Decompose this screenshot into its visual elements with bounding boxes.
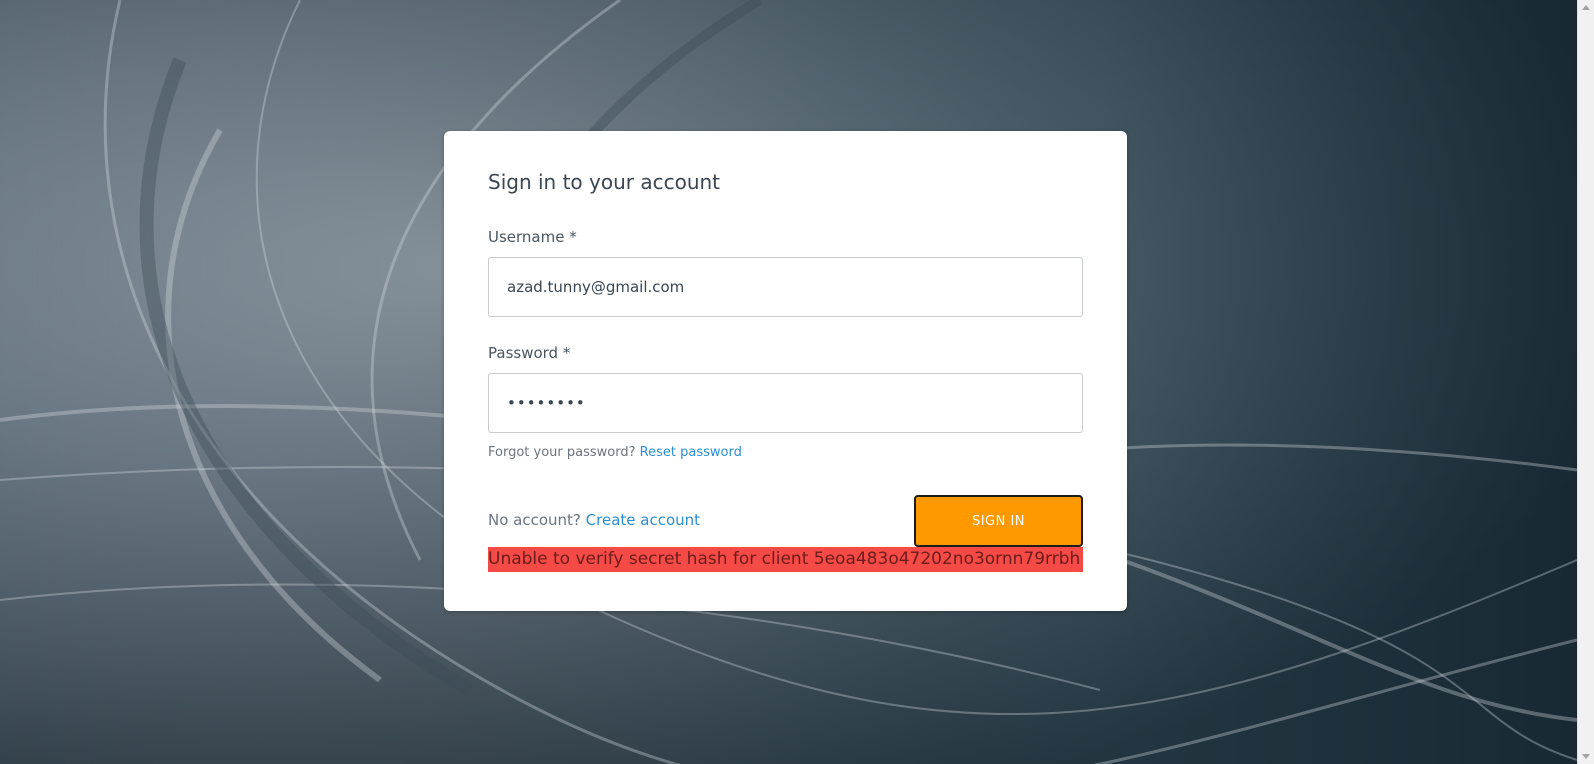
forgot-password-row: Forgot your password? Reset password <box>488 445 742 460</box>
scroll-down-arrow-icon[interactable] <box>1582 754 1590 759</box>
username-input[interactable] <box>488 257 1083 317</box>
forgot-password-text: Forgot your password? <box>488 445 636 460</box>
scroll-up-arrow-icon[interactable] <box>1582 5 1590 10</box>
sign-in-button[interactable]: SIGN IN <box>914 495 1083 547</box>
signin-title: Sign in to your account <box>488 170 721 194</box>
error-message: Unable to verify secret hash for client … <box>488 547 1083 572</box>
signin-card: Sign in to your account Username * Passw… <box>444 131 1127 611</box>
create-account-link[interactable]: Create account <box>586 511 700 529</box>
reset-password-link[interactable]: Reset password <box>640 445 742 460</box>
page-scrollbar[interactable] <box>1577 0 1594 764</box>
create-account-row: No account? Create account <box>488 511 700 529</box>
no-account-text: No account? <box>488 511 581 529</box>
password-input[interactable] <box>488 373 1083 433</box>
password-label: Password * <box>488 344 571 362</box>
username-label: Username * <box>488 228 577 246</box>
